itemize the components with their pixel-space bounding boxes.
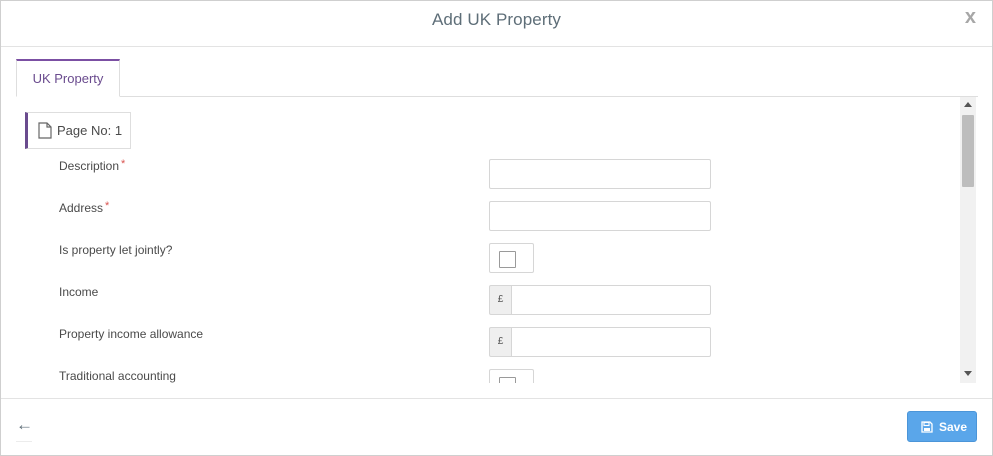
description-label: Description * — [59, 158, 126, 173]
income-input[interactable] — [512, 285, 711, 315]
traditional-accounting-checkbox-wrap — [489, 369, 534, 383]
save-button[interactable]: Save — [907, 411, 977, 442]
address-input[interactable] — [489, 201, 711, 231]
scroll-down-arrow-icon[interactable] — [964, 371, 972, 376]
vertical-scrollbar[interactable] — [960, 97, 976, 383]
dialog-header: Add UK Property x — [1, 1, 992, 47]
form-scroll-area: Page No: 1 Description * Address * Is prop… — [17, 97, 961, 383]
floppy-disk-icon — [921, 421, 933, 436]
page-number-label: Page No: 1 — [57, 123, 123, 138]
let-jointly-label: Is property let jointly? — [59, 243, 173, 257]
description-input[interactable] — [489, 159, 711, 189]
allowance-row: Property income allowance £ — [59, 327, 939, 357]
required-marker: * — [105, 200, 110, 212]
let-jointly-checkbox-wrap — [489, 243, 534, 273]
address-label: Address * — [59, 200, 110, 215]
page-number-badge: Page No: 1 — [25, 112, 131, 149]
save-label: Save — [939, 420, 968, 434]
dialog-title: Add UK Property — [431, 10, 562, 29]
scroll-up-arrow-icon[interactable] — [964, 102, 972, 107]
currency-prefix: £ — [489, 285, 512, 315]
back-arrow-icon[interactable]: ← — [16, 415, 33, 435]
allowance-label: Property income allowance — [59, 327, 204, 341]
currency-prefix: £ — [489, 327, 512, 357]
income-label: Income — [59, 285, 99, 299]
close-icon[interactable]: x — [965, 6, 976, 29]
required-marker: * — [121, 158, 126, 170]
tab-uk-property[interactable]: UK Property — [16, 59, 120, 97]
let-jointly-checkbox[interactable] — [499, 251, 516, 268]
income-money-input: £ — [489, 285, 711, 315]
traditional-accounting-checkbox[interactable] — [499, 377, 516, 383]
divider — [16, 441, 32, 442]
traditional-accounting-label: Traditional accounting — [59, 369, 176, 383]
let-jointly-row: Is property let jointly? — [59, 243, 939, 273]
income-row: Income £ — [59, 285, 939, 315]
address-row: Address * — [59, 200, 939, 231]
traditional-accounting-row: Traditional accounting — [59, 369, 939, 383]
document-icon — [38, 122, 52, 144]
description-row: Description * — [59, 158, 939, 189]
tab-bar: UK Property — [16, 59, 978, 97]
dialog-footer: ← Save — [1, 398, 992, 455]
allowance-money-input: £ — [489, 327, 711, 357]
scrollbar-thumb[interactable] — [962, 115, 974, 187]
allowance-input[interactable] — [512, 327, 711, 357]
add-property-dialog: Add UK Property x UK Property Page No: 1… — [0, 0, 993, 456]
